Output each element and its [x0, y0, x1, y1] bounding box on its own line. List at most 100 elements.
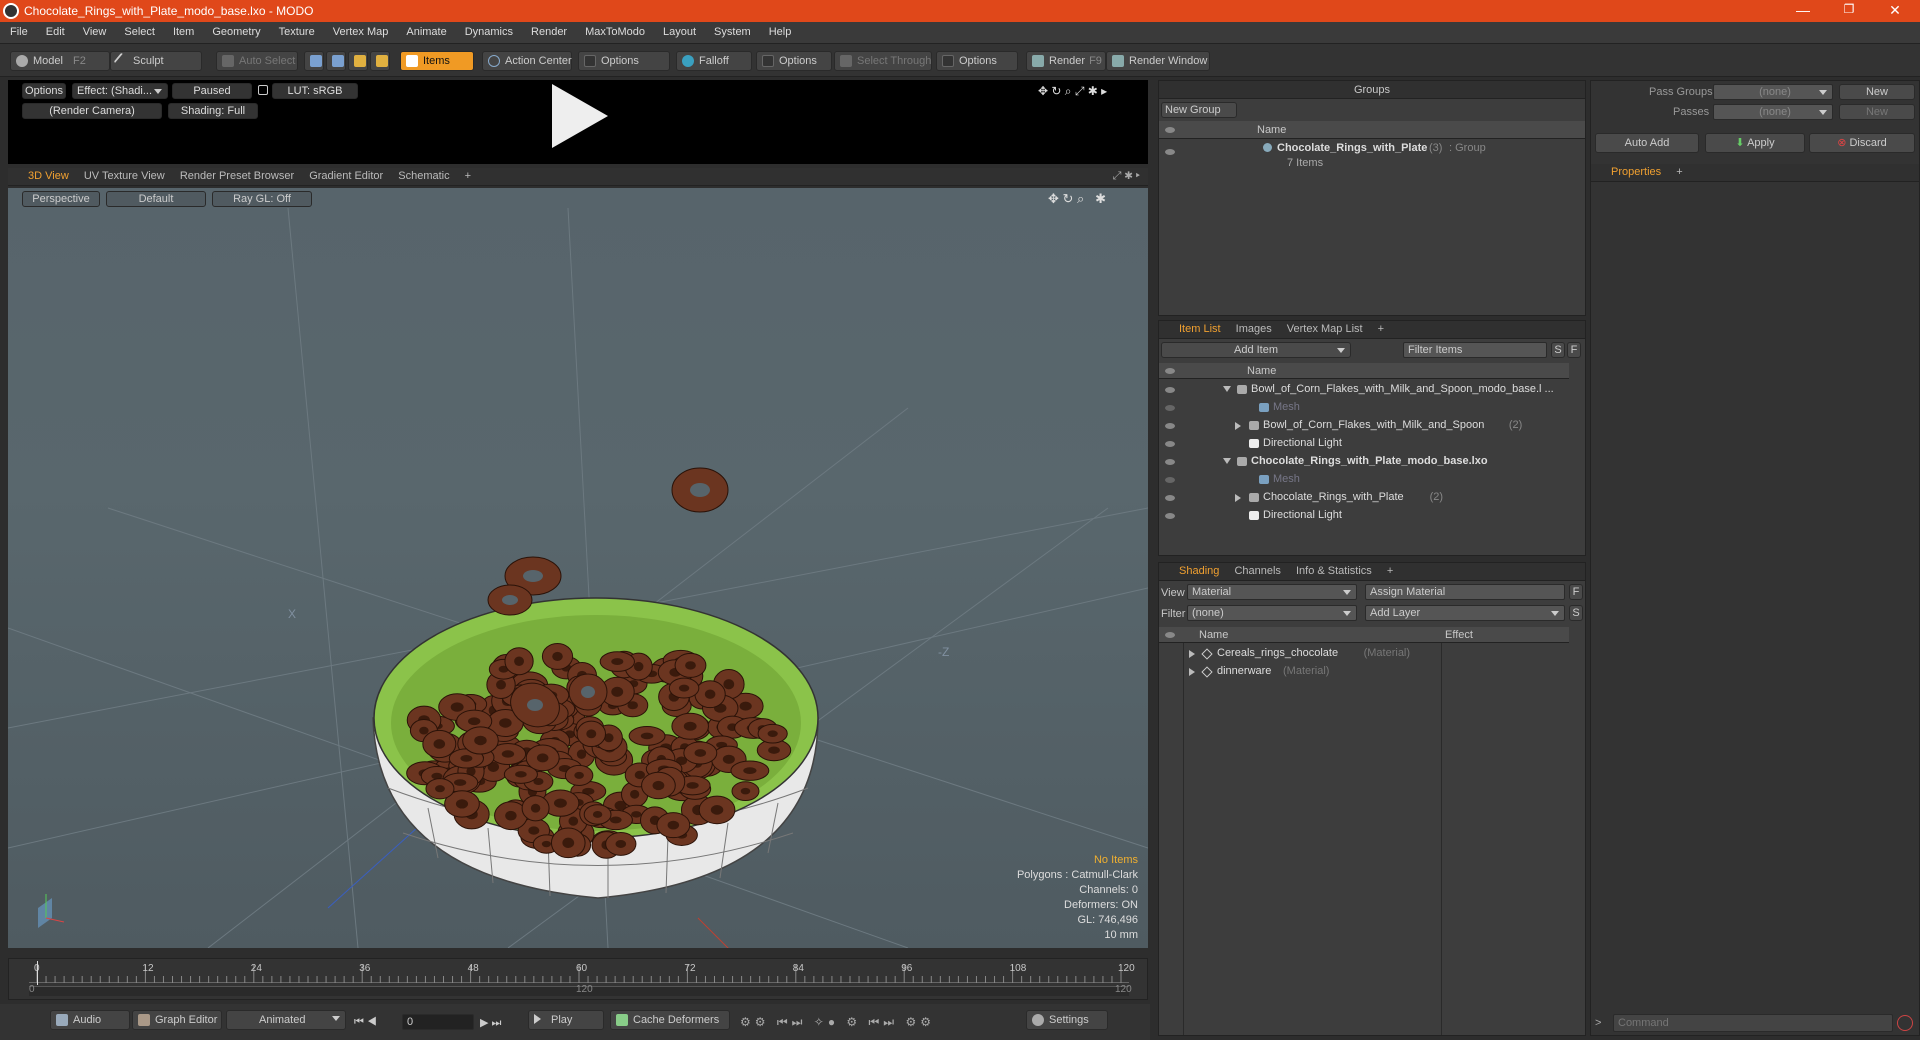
render-button[interactable]: Render F9 [1026, 51, 1106, 71]
tab-gradient-editor[interactable]: Gradient Editor [303, 168, 389, 184]
falloff-button[interactable]: Falloff [676, 51, 752, 71]
timeline[interactable]: 01224364860728496108120 0 120 120 [8, 958, 1148, 1000]
menu-view[interactable]: View [73, 22, 115, 38]
visibility-eye-icon[interactable] [1165, 423, 1175, 429]
expand-open-icon[interactable] [1223, 386, 1231, 392]
item-list-row[interactable]: Directional Light [1159, 507, 1569, 525]
filter-items-input[interactable]: Filter Items [1403, 342, 1547, 358]
item-list-row[interactable]: Chocolate_Rings_with_Plate_modo_base.lxo [1159, 453, 1569, 471]
item-list-row[interactable]: Bowl_of_Corn_Flakes_with_Milk_and_Spoon_… [1159, 381, 1569, 399]
filter-dropdown[interactable]: (none) [1187, 605, 1357, 621]
new-pass-group-button[interactable]: New [1839, 84, 1915, 100]
transport-forward-icons[interactable]: ▶ ⏭ [480, 1016, 501, 1030]
maximize-button[interactable]: ❐ [1834, 2, 1864, 16]
visibility-eye-icon[interactable] [1165, 513, 1175, 519]
shading-f-button[interactable]: F [1569, 584, 1583, 600]
tab-vertex-map-list[interactable]: Vertex Map List [1281, 321, 1369, 337]
visibility-eye-icon[interactable] [1165, 387, 1175, 393]
close-button[interactable]: ✕ [1880, 2, 1910, 19]
minimize-button[interactable]: — [1788, 2, 1818, 18]
expand-closed-icon[interactable] [1235, 422, 1241, 430]
menu-file[interactable]: File [0, 22, 36, 38]
add-properties-tab[interactable]: + [1670, 164, 1688, 180]
add-tab-button[interactable]: + [459, 168, 477, 184]
model-mode-button[interactable]: Model F2 [10, 51, 110, 71]
raygl-toggle[interactable]: Ray GL: Off [212, 191, 312, 207]
sculpt-mode-button[interactable]: Sculpt [110, 51, 202, 71]
cache-deformers-button[interactable]: Cache Deformers [610, 1010, 730, 1030]
menu-maxtomodo[interactable]: MaxToModo [575, 22, 653, 38]
menu-help[interactable]: Help [759, 22, 800, 38]
menu-system[interactable]: System [704, 22, 759, 38]
animated-dropdown[interactable]: Animated [226, 1010, 346, 1030]
playhead[interactable] [37, 961, 38, 985]
tab-item-list[interactable]: Item List [1173, 321, 1227, 337]
visibility-eye-icon[interactable] [1165, 441, 1175, 447]
edges-mode-button[interactable] [326, 51, 346, 71]
filter-f-button[interactable]: F [1567, 342, 1581, 358]
3d-viewport[interactable]: Perspective Default Ray GL: Off ✥ ↻ ⌕ ✱ … [8, 188, 1148, 948]
viewport-nav-icons[interactable]: ✥ ↻ ⌕ ✱ [1048, 191, 1106, 207]
shading-button[interactable]: Shading: Full [168, 103, 258, 119]
tab-3d-view[interactable]: 3D View [22, 168, 75, 184]
auto-select-button[interactable]: Auto Select [216, 51, 298, 71]
group-row[interactable]: Chocolate_Rings_with_Plate (3) : Group 7… [1159, 141, 1585, 173]
tab-uv-texture-view[interactable]: UV Texture View [78, 168, 171, 184]
frame-input[interactable]: 0 [402, 1014, 474, 1030]
preview-options-button[interactable]: Options [22, 83, 66, 99]
preview-nav-icons[interactable]: ✥ ↻ ⌕ ⤢ ✱ ▸ [1038, 84, 1107, 99]
tab-schematic[interactable]: Schematic [392, 168, 455, 184]
item-list-row[interactable]: Mesh [1159, 399, 1569, 417]
auto-add-button[interactable]: Auto Add [1595, 133, 1699, 153]
action-center-options-button[interactable]: Options [578, 51, 670, 71]
expand-closed-icon[interactable] [1235, 494, 1241, 502]
visibility-eye-icon[interactable] [1165, 477, 1175, 483]
tab-properties[interactable]: Properties [1605, 164, 1667, 180]
add-shading-tab[interactable]: + [1381, 563, 1399, 579]
falloff-options-button[interactable]: Options [756, 51, 832, 71]
graph-editor-button[interactable]: Graph Editor [132, 1010, 222, 1030]
select-through-button[interactable]: Select Through [834, 51, 932, 71]
expand-closed-icon[interactable] [1189, 650, 1195, 658]
add-item-tab[interactable]: + [1372, 321, 1390, 337]
play-button[interactable]: Play [528, 1010, 604, 1030]
item-list-row[interactable]: Directional Light [1159, 435, 1569, 453]
menu-item[interactable]: Item [163, 22, 202, 38]
audio-button[interactable]: Audio [50, 1010, 130, 1030]
menu-geometry[interactable]: Geometry [202, 22, 268, 38]
menu-vertex-map[interactable]: Vertex Map [323, 22, 397, 38]
menu-animate[interactable]: Animate [396, 22, 454, 38]
discard-button[interactable]: ⊗ Discard [1809, 133, 1915, 153]
new-pass-button[interactable]: New [1839, 104, 1915, 120]
polygons-mode-button[interactable] [348, 51, 368, 71]
materials-mode-button[interactable] [370, 51, 390, 71]
lock-icon[interactable] [258, 85, 268, 95]
visibility-eye-icon[interactable] [1165, 405, 1175, 411]
item-list-row[interactable]: Mesh [1159, 471, 1569, 489]
render-camera-dropdown[interactable]: (Render Camera) [22, 103, 162, 119]
viewport-panel-icons[interactable]: ⤢ ✱ ▸ [1113, 170, 1140, 183]
menu-dynamics[interactable]: Dynamics [455, 22, 521, 38]
visibility-eye-icon[interactable] [1165, 149, 1175, 155]
item-list-row[interactable]: Chocolate_Rings_with_Plate (2) [1159, 489, 1569, 507]
menu-layout[interactable]: Layout [653, 22, 704, 38]
select-options-button[interactable]: Options [936, 51, 1018, 71]
default-dropdown[interactable]: Default [106, 191, 206, 207]
menu-select[interactable]: Select [114, 22, 163, 38]
items-mode-button[interactable]: Items [400, 51, 474, 71]
menu-render[interactable]: Render [521, 22, 575, 38]
add-layer-dropdown[interactable]: Add Layer [1365, 605, 1565, 621]
pass-groups-dropdown[interactable]: (none) [1713, 84, 1833, 100]
tab-shading[interactable]: Shading [1173, 563, 1225, 579]
tab-info-statistics[interactable]: Info & Statistics [1290, 563, 1378, 579]
menu-edit[interactable]: Edit [36, 22, 73, 38]
perspective-dropdown[interactable]: Perspective [22, 191, 100, 207]
expand-open-icon[interactable] [1223, 458, 1231, 464]
material-row[interactable]: dinnerware (Material) [1159, 663, 1569, 681]
tab-render-preset-browser[interactable]: Render Preset Browser [174, 168, 300, 184]
effect-dropdown[interactable]: Effect: (Shadi... [72, 83, 168, 99]
command-input[interactable] [1613, 1014, 1893, 1032]
new-group-button[interactable]: New Group [1161, 102, 1237, 118]
visibility-eye-icon[interactable] [1165, 495, 1175, 501]
play-preview-icon[interactable] [544, 80, 614, 154]
